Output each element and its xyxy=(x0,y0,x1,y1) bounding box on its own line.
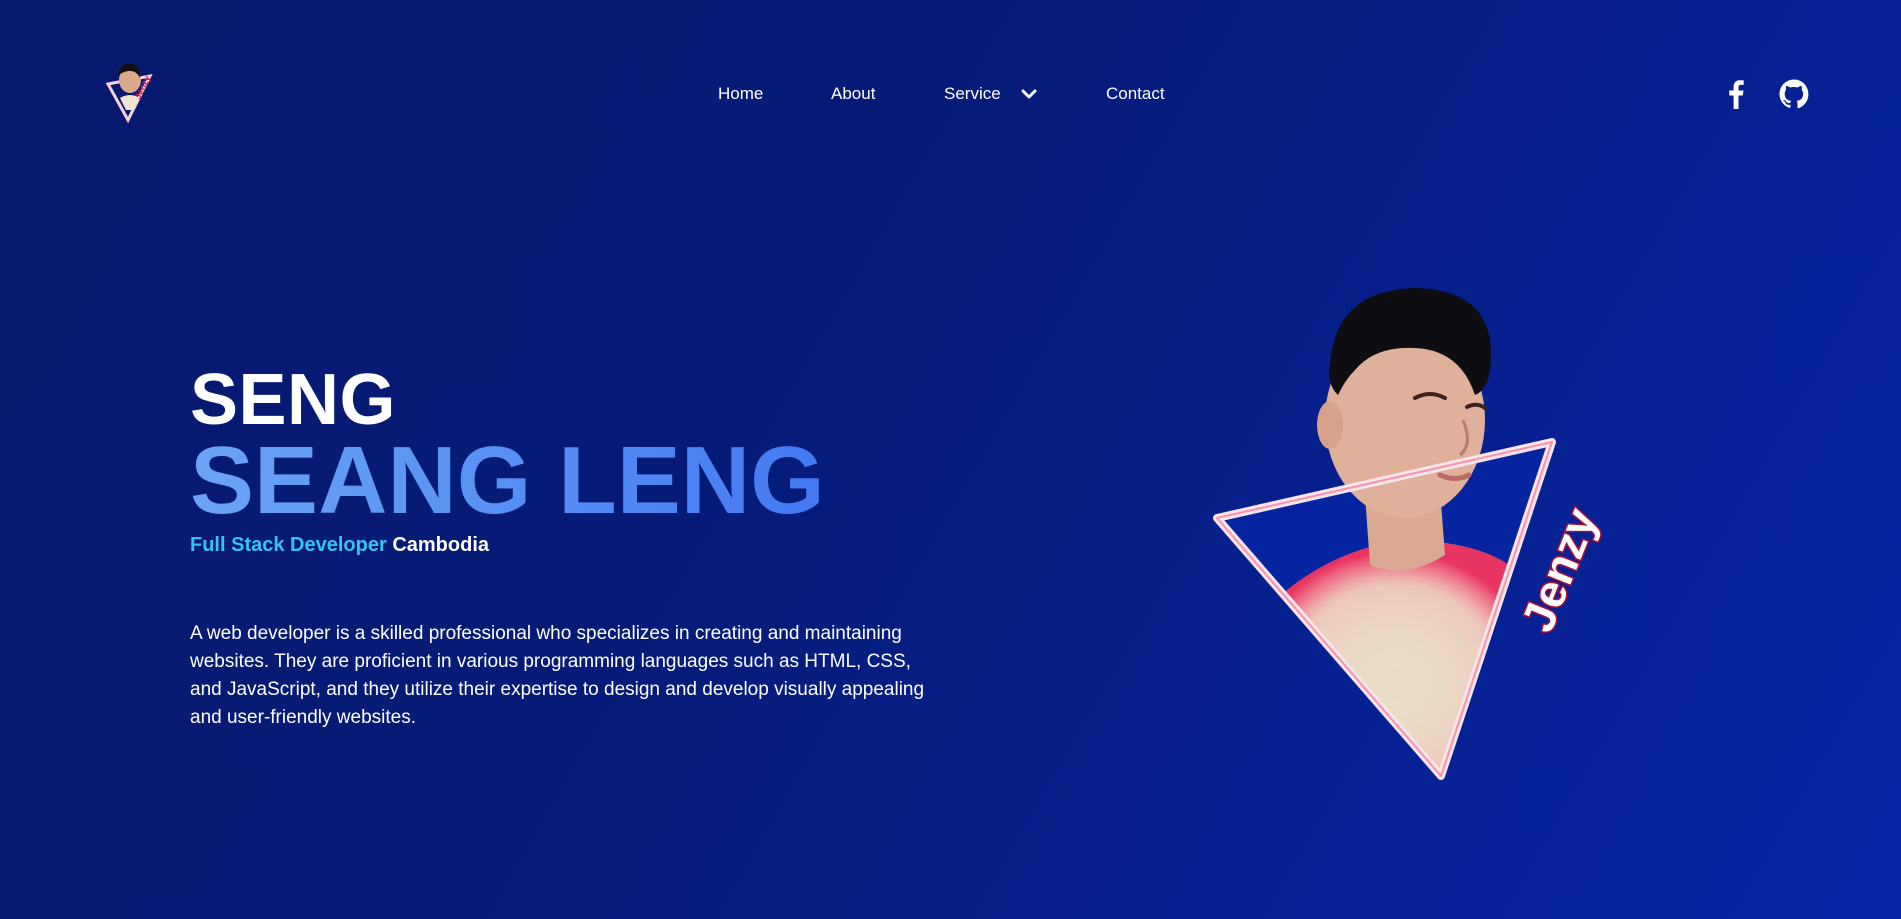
logo-image: Jenzy xyxy=(105,63,153,124)
role-text: Full Stack Developer xyxy=(190,534,387,556)
github-icon[interactable] xyxy=(1778,78,1810,110)
location-text: Cambodia xyxy=(392,534,489,556)
nav-home[interactable]: Home xyxy=(718,84,831,104)
hero-section: SENG SEANG LENG Full Stack Developer Cam… xyxy=(190,360,950,751)
main-nav: Home About Service Contact xyxy=(718,82,1165,106)
logo[interactable]: Jenzy xyxy=(100,58,160,124)
last-name-heading: SEANG LENG xyxy=(190,433,950,529)
chevron-down-icon xyxy=(1020,85,1038,103)
nav-contact[interactable]: Contact xyxy=(1106,84,1165,104)
bio-paragraph: A web developer is a skilled professiona… xyxy=(190,623,925,728)
navbar: Jenzy Home About Service Contact xyxy=(0,0,1901,190)
tagline: Full Stack Developer Cambodia xyxy=(190,532,950,558)
nav-service-label: Service xyxy=(944,84,1001,103)
social-links xyxy=(1720,78,1810,110)
nav-about[interactable]: About xyxy=(831,84,944,104)
facebook-icon[interactable] xyxy=(1720,78,1752,110)
portrait-image: Jenzy xyxy=(1205,280,1625,780)
nav-service-dropdown[interactable]: Service xyxy=(944,84,1106,104)
